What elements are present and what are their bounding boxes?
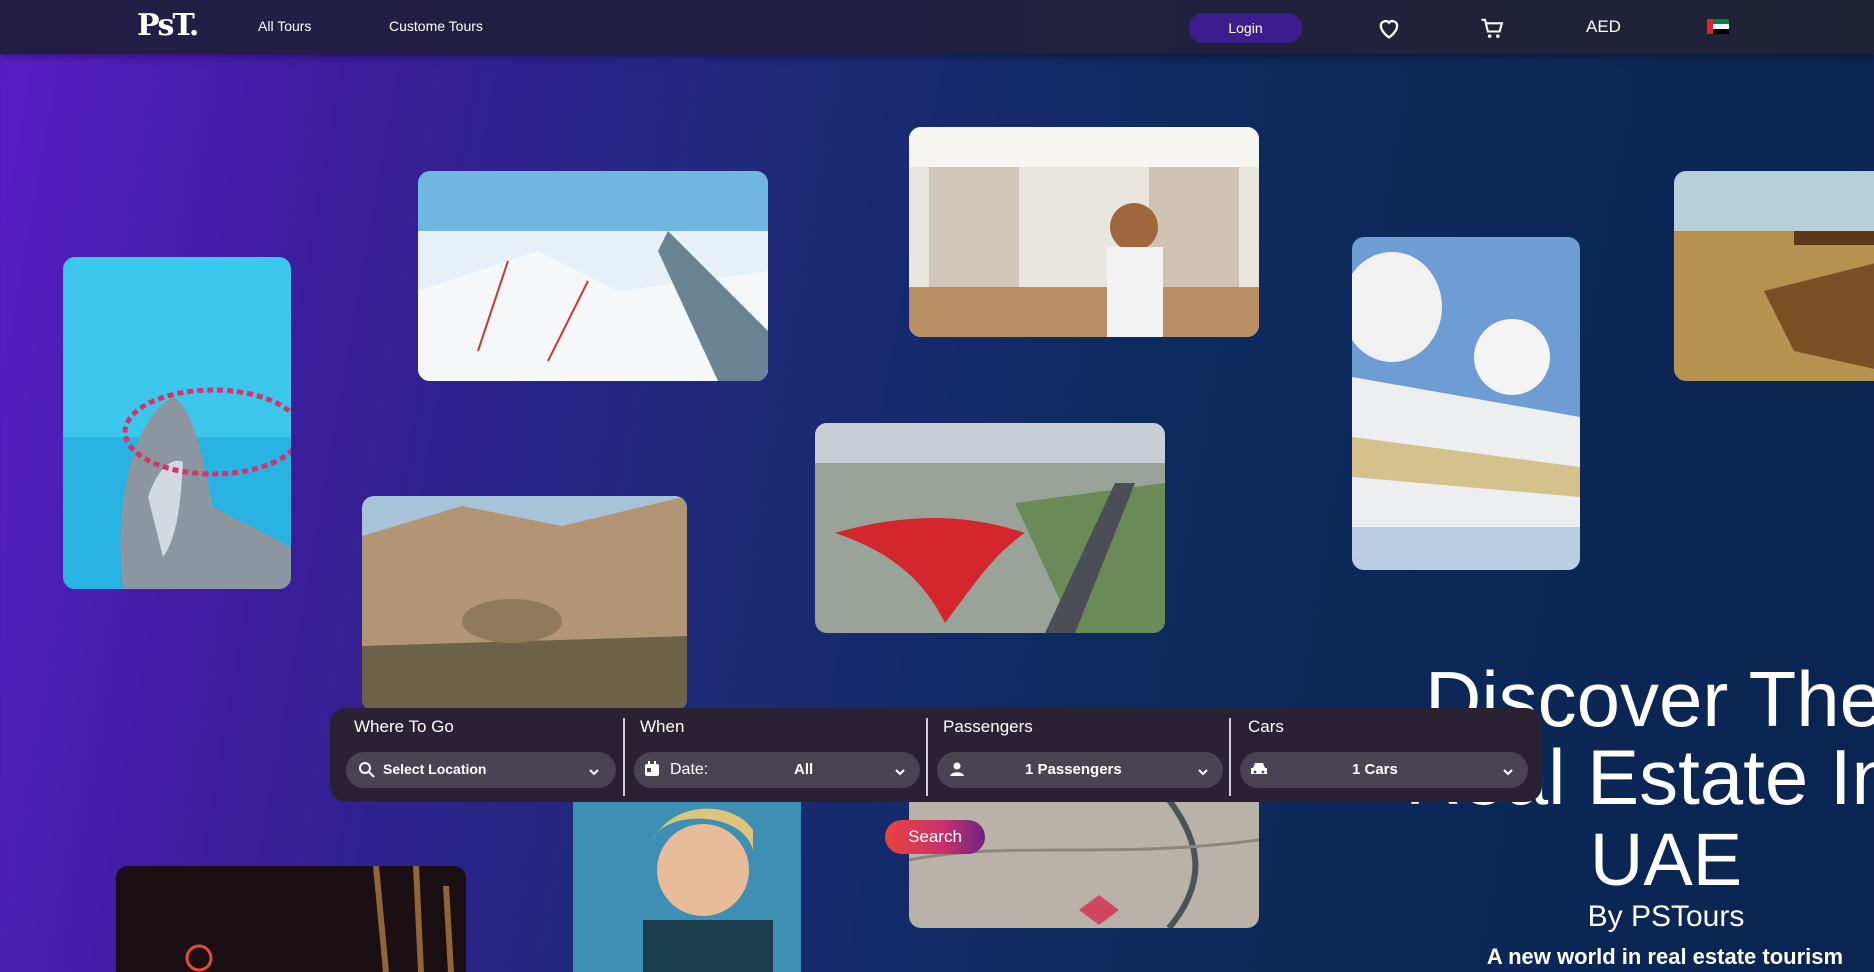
where-to-go-label: Where To Go (354, 717, 454, 736)
where-to-go-section: Where To Go Select Location (330, 708, 622, 802)
date-select[interactable]: Date: All (634, 752, 920, 788)
ski-dubai-photo (418, 171, 768, 381)
when-section: When Date: All (626, 708, 926, 802)
grand-mosque-photo (1352, 237, 1580, 570)
uae-flag-icon[interactable] (1707, 19, 1729, 34)
dubai-creek-abra-photo (1674, 171, 1874, 381)
car-icon (1250, 761, 1268, 782)
cars-section: Cars 1 Cars (1232, 708, 1532, 802)
chevron-down-icon (894, 765, 906, 777)
cart-icon[interactable] (1478, 14, 1506, 42)
cars-select[interactable]: 1 Cars (1240, 752, 1528, 788)
when-label: When (640, 717, 685, 736)
login-button[interactable]: Login (1189, 13, 1302, 43)
hero-tagline: A new world in real estate tourism (1486, 944, 1844, 969)
location-select[interactable]: Select Location (346, 752, 616, 788)
location-value: Select Location (383, 761, 487, 777)
dubai-mall-photo (909, 127, 1259, 337)
cars-value: 1 Cars (1352, 761, 1398, 778)
calendar-icon (644, 761, 660, 782)
search-icon (358, 761, 376, 784)
hero-title-line3: UAE (1589, 818, 1743, 901)
chevron-down-icon (1502, 765, 1514, 777)
passengers-section: Passengers 1 Passengers (929, 708, 1229, 802)
person-icon (949, 761, 965, 782)
date-value: All (794, 761, 814, 778)
girl-with-dolphin-photo (573, 800, 801, 972)
chevron-down-icon (1197, 765, 1209, 777)
passengers-label: Passengers (943, 717, 1033, 736)
site-logo[interactable]: PsT. (137, 8, 199, 43)
date-prefix: Date: (670, 761, 709, 778)
search-button[interactable]: Search (885, 820, 985, 854)
nav-custom-tours[interactable]: Custome Tours (389, 18, 483, 34)
top-navbar: PsT. All Tours Custome Tours Login AED (0, 0, 1874, 54)
ferrari-world-photo (815, 423, 1165, 633)
passengers-value: 1 Passengers (1025, 761, 1122, 778)
dolphin-photo (63, 257, 291, 589)
hero-byline: By PSTours (1587, 900, 1745, 933)
divider (926, 718, 928, 796)
chevron-down-icon (588, 765, 600, 777)
cars-label: Cars (1248, 717, 1284, 736)
currency-selector[interactable]: AED (1586, 17, 1621, 37)
rock-pools-photo (362, 496, 687, 711)
fountain-night-photo (116, 866, 466, 972)
search-panel: Where To Go Select Location When Date: A… (330, 708, 1542, 802)
divider (623, 718, 625, 796)
divider (1229, 718, 1231, 796)
heart-icon[interactable] (1375, 14, 1403, 42)
nav-all-tours[interactable]: All Tours (258, 18, 311, 34)
passengers-select[interactable]: 1 Passengers (937, 752, 1223, 788)
